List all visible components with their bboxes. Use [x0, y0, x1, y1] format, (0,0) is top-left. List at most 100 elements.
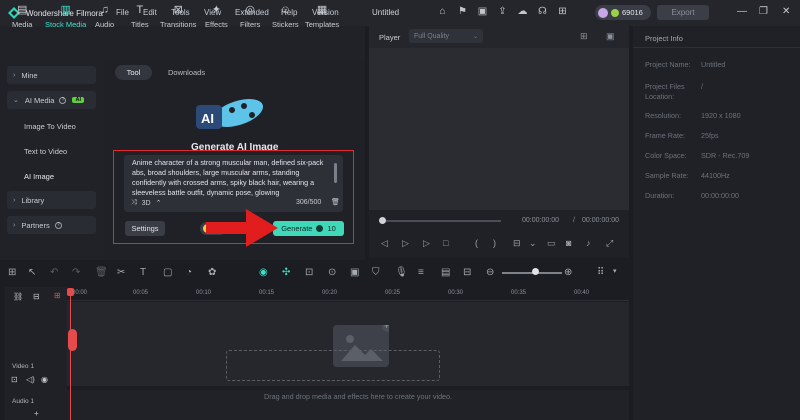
- speaker-icon[interactable]: ◁): [26, 375, 35, 384]
- zoom-out-icon[interactable]: ⊖: [486, 267, 494, 278]
- tool-stickers[interactable]: ☺ Stickers: [272, 3, 299, 29]
- prompt-text[interactable]: Anime character of a strong muscular man…: [132, 158, 332, 198]
- layout-icon[interactable]: ⊞: [556, 5, 569, 19]
- snap-icon[interactable]: ✣: [282, 267, 290, 278]
- export-button[interactable]: Export: [657, 5, 709, 20]
- tool-stock-media[interactable]: ▥ Stock Media: [45, 3, 86, 29]
- sidebar-item-partners[interactable]: › Partners ?: [7, 216, 96, 234]
- fullscreen-icon[interactable]: ⤢: [606, 238, 613, 249]
- tool-media[interactable]: ▤ Media: [12, 3, 32, 29]
- drop-hint: Drag and drop media and effects here to …: [264, 392, 453, 401]
- add-track-icon[interactable]: ⊞: [54, 291, 61, 300]
- add-icon[interactable]: +: [34, 409, 39, 418]
- snapshot-icon[interactable]: ▣: [606, 31, 615, 42]
- rewind-icon[interactable]: ▷: [402, 238, 409, 249]
- cloud-icon[interactable]: ☁: [516, 5, 529, 19]
- crop-icon[interactable]: ▢: [163, 267, 172, 278]
- delete-icon[interactable]: 🗑: [95, 267, 108, 278]
- help-icon[interactable]: ?: [59, 96, 67, 104]
- playhead[interactable]: [70, 288, 71, 420]
- chevron-down-icon[interactable]: ⌃: [156, 199, 162, 207]
- sidebar-item-ai-image[interactable]: AI Image: [24, 172, 54, 181]
- more-grid-icon[interactable]: ⠿: [597, 267, 604, 278]
- close-icon[interactable]: ✕: [782, 6, 790, 17]
- lock-icon[interactable]: ⊡: [11, 375, 18, 384]
- sidebar-item-mine[interactable]: › Mine: [7, 66, 96, 84]
- credits-badge[interactable]: 69016: [595, 5, 651, 20]
- settings-button[interactable]: Settings: [125, 221, 165, 236]
- mark-out-icon[interactable]: ): [493, 238, 496, 248]
- tool-transitions[interactable]: ⊠ Transitions: [160, 3, 196, 29]
- camera-icon[interactable]: ◙: [566, 238, 571, 248]
- upload-icon[interactable]: ⇪: [496, 5, 509, 19]
- video-track-label: Video 1: [12, 363, 34, 370]
- layout-icon[interactable]: ⊞: [8, 267, 16, 278]
- tool-audio[interactable]: ♫ Audio: [95, 3, 114, 29]
- trash-icon[interactable]: 🗑: [331, 198, 340, 206]
- tool-filters[interactable]: ◎ Filters: [240, 3, 260, 29]
- caption-icon[interactable]: ▤: [441, 267, 450, 278]
- chevron-down-icon[interactable]: ▾: [613, 267, 617, 275]
- color-icon[interactable]: ✿: [208, 267, 216, 278]
- render-preview-icon[interactable]: ⊡: [305, 267, 313, 278]
- split-icon[interactable]: ✂: [117, 267, 125, 278]
- mark-in-icon[interactable]: (: [475, 238, 478, 248]
- generate-button[interactable]: Generate 10: [273, 221, 344, 236]
- play-icon[interactable]: ▷: [423, 238, 430, 249]
- style-selector[interactable]: 3D: [142, 200, 151, 207]
- playhead-grip[interactable]: [68, 329, 77, 351]
- drop-zone[interactable]: [226, 350, 440, 381]
- image-icon[interactable]: ▣: [476, 5, 489, 19]
- tool-titles[interactable]: T Titles: [131, 3, 149, 29]
- tab-tool[interactable]: Tool: [115, 65, 152, 80]
- headset-icon[interactable]: ☊: [536, 5, 549, 19]
- audio-track-icon[interactable]: ≡: [418, 267, 424, 278]
- media-toolbar: [0, 26, 365, 60]
- tool-templates[interactable]: ▦ Templates: [305, 3, 339, 29]
- monitor-icon[interactable]: ▭: [547, 238, 556, 249]
- microphone-icon[interactable]: 🎙: [395, 267, 408, 278]
- minimize-icon[interactable]: —: [737, 6, 747, 17]
- volume-dropdown-icon[interactable]: ⌄: [529, 238, 537, 249]
- adjust-icon[interactable]: ◔: [186, 267, 192, 278]
- audio-icon[interactable]: ♪: [586, 238, 591, 248]
- timeline-ruler[interactable]: [67, 287, 629, 301]
- eye-icon[interactable]: ◉: [41, 375, 48, 384]
- tool-effects[interactable]: ✦ Effects: [205, 3, 228, 29]
- scrub-handle[interactable]: [379, 217, 386, 224]
- smart-icon[interactable]: ◉: [259, 267, 268, 278]
- clip-icon[interactable]: ⊙: [328, 267, 336, 278]
- motion-icon[interactable]: ▣: [350, 267, 359, 278]
- tab-downloads[interactable]: Downloads: [168, 68, 205, 77]
- shield-icon[interactable]: ⛉: [372, 267, 380, 278]
- prev-frame-icon[interactable]: ◁: [381, 238, 388, 249]
- sidebar-item-library[interactable]: › Library: [7, 191, 96, 209]
- gift-icon[interactable]: ⌂: [436, 5, 449, 19]
- help-icon[interactable]: ?: [54, 221, 62, 229]
- quality-dropdown[interactable]: Full Quality ⌄: [409, 29, 483, 43]
- pip-icon[interactable]: ⊟: [463, 267, 471, 278]
- sidebar-item-ai-media[interactable]: ⌄ AI Media ? AI: [7, 91, 96, 109]
- preview-area[interactable]: [369, 48, 629, 210]
- select-tool-icon[interactable]: ↖: [28, 267, 36, 278]
- flag-icon[interactable]: ⚑: [456, 5, 469, 19]
- grid-view-icon[interactable]: ⊞: [580, 31, 588, 42]
- restore-icon[interactable]: ❐: [759, 6, 768, 17]
- redo-icon[interactable]: ↷: [72, 267, 80, 278]
- undo-icon[interactable]: ↶: [50, 267, 58, 278]
- avatar[interactable]: [598, 7, 608, 18]
- sidebar-item-text-to-video[interactable]: Text to Video: [24, 147, 67, 156]
- prompt-scrollbar[interactable]: [334, 163, 337, 183]
- scrub-bar[interactable]: [382, 220, 501, 222]
- zoom-slider-handle[interactable]: [532, 268, 539, 275]
- menu-file[interactable]: File: [116, 8, 129, 17]
- stop-icon[interactable]: □: [443, 238, 448, 248]
- text-icon[interactable]: T: [140, 267, 146, 278]
- shuffle-icon[interactable]: ⤨: [131, 199, 137, 207]
- sidebar-item-image-to-video[interactable]: Image To Video: [24, 122, 76, 131]
- link-icon[interactable]: ⛓: [13, 292, 23, 301]
- render-icon[interactable]: ⊟: [513, 238, 521, 249]
- track-manager-icon[interactable]: ⊟: [33, 292, 40, 301]
- zoom-in-icon[interactable]: ⊕: [564, 267, 572, 278]
- playhead-handle[interactable]: [67, 288, 74, 296]
